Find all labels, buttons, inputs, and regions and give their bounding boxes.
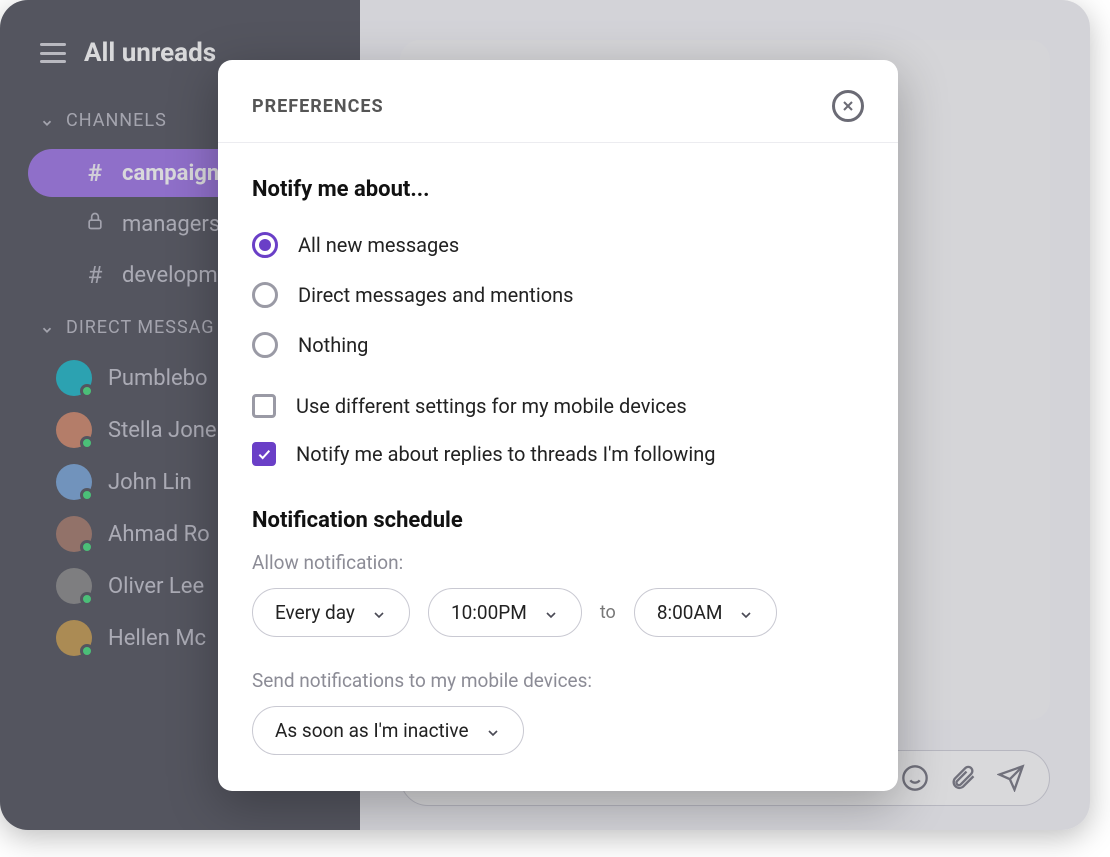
send-icon[interactable] [997, 764, 1025, 792]
notify-radio-group: All new messages Direct messages and ment… [252, 220, 864, 370]
channels-heading: CHANNELS [66, 110, 167, 131]
radio-label: All new messages [298, 233, 459, 257]
presence-indicator [80, 540, 94, 554]
modal-header: PREFERENCES [218, 60, 898, 142]
dm-label: Stella Jone [108, 418, 217, 443]
radio-button[interactable] [252, 282, 278, 308]
chevron-down-icon [738, 605, 754, 621]
checkbox-label: Notify me about replies to threads I'm f… [296, 442, 715, 466]
app-window: All unreads CHANNELS #campaign-managers#… [0, 0, 1090, 830]
attachment-icon[interactable] [949, 764, 977, 792]
checkbox[interactable] [252, 394, 276, 418]
start-time-value: 10:00PM [451, 601, 527, 624]
notify-checkbox-option[interactable]: Notify me about replies to threads I'm f… [252, 430, 864, 478]
end-time-value: 8:00AM [657, 601, 723, 624]
checkbox-label: Use different settings for my mobile dev… [296, 394, 687, 418]
dm-label: Oliver Lee [108, 574, 204, 599]
radio-button[interactable] [252, 232, 278, 258]
notify-check-group: Use different settings for my mobile dev… [252, 382, 864, 478]
presence-indicator [80, 592, 94, 606]
end-time-dropdown[interactable]: 8:00AM [634, 588, 778, 637]
checkbox[interactable] [252, 442, 276, 466]
page-title: All unreads [84, 38, 216, 68]
schedule-row: Every day 10:00PM to 8:00AM [252, 588, 864, 637]
chevron-down-icon [40, 321, 54, 335]
avatar [56, 516, 92, 552]
hash-icon: # [84, 261, 106, 289]
avatar [56, 412, 92, 448]
chevron-down-icon [485, 723, 501, 739]
chevron-down-icon [543, 605, 559, 621]
notify-section-title: Notify me about... [252, 177, 864, 202]
frequency-value: Every day [275, 601, 355, 624]
hamburger-icon[interactable] [40, 43, 66, 63]
avatar [56, 620, 92, 656]
hash-icon: # [84, 159, 106, 187]
radio-button[interactable] [252, 332, 278, 358]
avatar [56, 360, 92, 396]
presence-indicator [80, 488, 94, 502]
presence-indicator [80, 384, 94, 398]
lock-icon [84, 211, 106, 237]
allow-notification-label: Allow notification: [252, 551, 864, 574]
to-label: to [600, 602, 616, 623]
dms-heading: DIRECT MESSAG [66, 317, 215, 338]
mobile-notifications-value: As soon as I'm inactive [275, 719, 469, 742]
avatar [56, 464, 92, 500]
mobile-notifications-dropdown[interactable]: As soon as I'm inactive [252, 706, 524, 755]
dm-label: Ahmad Ro [108, 522, 210, 547]
start-time-dropdown[interactable]: 10:00PM [428, 588, 582, 637]
notify-radio-option[interactable]: Nothing [252, 320, 864, 370]
mobile-notifications-label: Send notifications to my mobile devices: [252, 669, 864, 692]
dm-label: Hellen Mc [108, 626, 206, 651]
radio-label: Nothing [298, 333, 368, 357]
radio-label: Direct messages and mentions [298, 283, 573, 307]
notify-radio-option[interactable]: Direct messages and mentions [252, 270, 864, 320]
presence-indicator [80, 436, 94, 450]
notify-radio-option[interactable]: All new messages [252, 220, 864, 270]
dm-label: Pumblebo [108, 366, 208, 391]
presence-indicator [80, 644, 94, 658]
preferences-modal: PREFERENCES Notify me about... All new m… [218, 60, 898, 791]
schedule-section-title: Notification schedule [252, 508, 864, 533]
frequency-dropdown[interactable]: Every day [252, 588, 410, 637]
modal-body: Notify me about... All new messages Direc… [218, 143, 898, 791]
emoji-icon[interactable] [901, 764, 929, 792]
dm-label: John Lin [108, 470, 192, 495]
notify-checkbox-option[interactable]: Use different settings for my mobile dev… [252, 382, 864, 430]
close-button[interactable] [832, 90, 864, 122]
avatar [56, 568, 92, 604]
chevron-down-icon [40, 114, 54, 128]
chevron-down-icon [371, 605, 387, 621]
modal-title: PREFERENCES [252, 96, 384, 117]
